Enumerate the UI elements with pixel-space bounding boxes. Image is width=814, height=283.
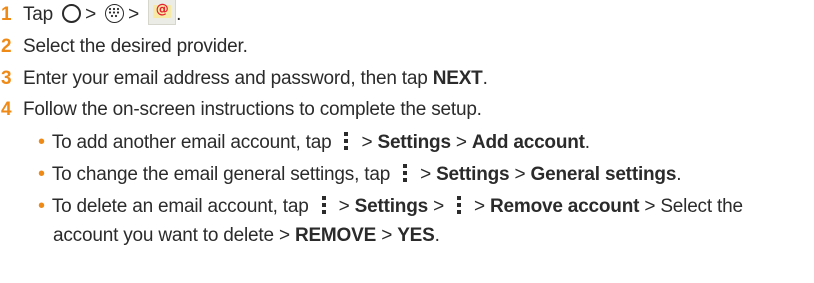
bullet-icon: • <box>38 131 45 153</box>
bullet-text: To delete an email account, tap <box>51 196 309 217</box>
step-number: 2 <box>1 36 12 57</box>
next-label: NEXT <box>432 68 483 89</box>
settings-label: Settings <box>354 196 429 217</box>
separator: > <box>338 196 350 217</box>
period: . <box>482 68 488 89</box>
period: . <box>584 132 590 153</box>
separator: > <box>278 225 290 246</box>
step-number: 4 <box>1 99 12 120</box>
separator: > <box>514 164 526 185</box>
separator: > <box>85 4 97 25</box>
separator: > <box>128 4 140 25</box>
bullet-text: Select the <box>660 196 743 217</box>
bullet-text: To change the email general settings, ta… <box>51 164 391 185</box>
email-app-icon: @ <box>148 0 177 25</box>
separator: > <box>455 132 467 153</box>
bullet-text: account you want to delete <box>53 225 274 246</box>
remove-account-label: Remove account <box>489 196 640 217</box>
step-number: 3 <box>1 68 12 89</box>
separator: > <box>473 196 485 217</box>
apps-icon <box>105 3 125 23</box>
step-text: Select the desired provider. <box>23 36 248 57</box>
step-text: Tap <box>23 4 54 25</box>
menu-dots-icon <box>456 195 462 214</box>
separator: > <box>381 225 393 246</box>
bullet-icon: • <box>38 163 45 185</box>
general-settings-label: General settings <box>530 164 677 185</box>
separator: > <box>433 196 444 217</box>
separator: > <box>644 196 656 217</box>
bullet-text: To add another email account, tap <box>51 132 332 153</box>
add-account-label: Add account <box>471 132 585 153</box>
menu-dots-icon <box>402 163 408 182</box>
settings-label: Settings <box>377 132 451 153</box>
email-setup-instructions: 1 Tap > > @ . 2 Select the desired provi… <box>0 0 814 283</box>
separator: > <box>420 164 431 185</box>
separator: > <box>361 132 373 153</box>
settings-label: Settings <box>436 164 510 185</box>
period: . <box>176 4 182 25</box>
menu-dots-icon <box>321 195 327 214</box>
step-number: 1 <box>1 4 12 25</box>
step-text: Enter your email address and password, t… <box>23 68 433 89</box>
yes-label: YES <box>397 225 435 246</box>
bullet-icon: • <box>38 195 45 217</box>
menu-dots-icon <box>343 131 349 150</box>
step-text: Follow the on-screen instructions to com… <box>23 99 482 120</box>
period: . <box>434 225 440 246</box>
home-circle-icon <box>62 3 82 23</box>
remove-label: REMOVE <box>294 225 377 246</box>
period: . <box>676 164 682 185</box>
